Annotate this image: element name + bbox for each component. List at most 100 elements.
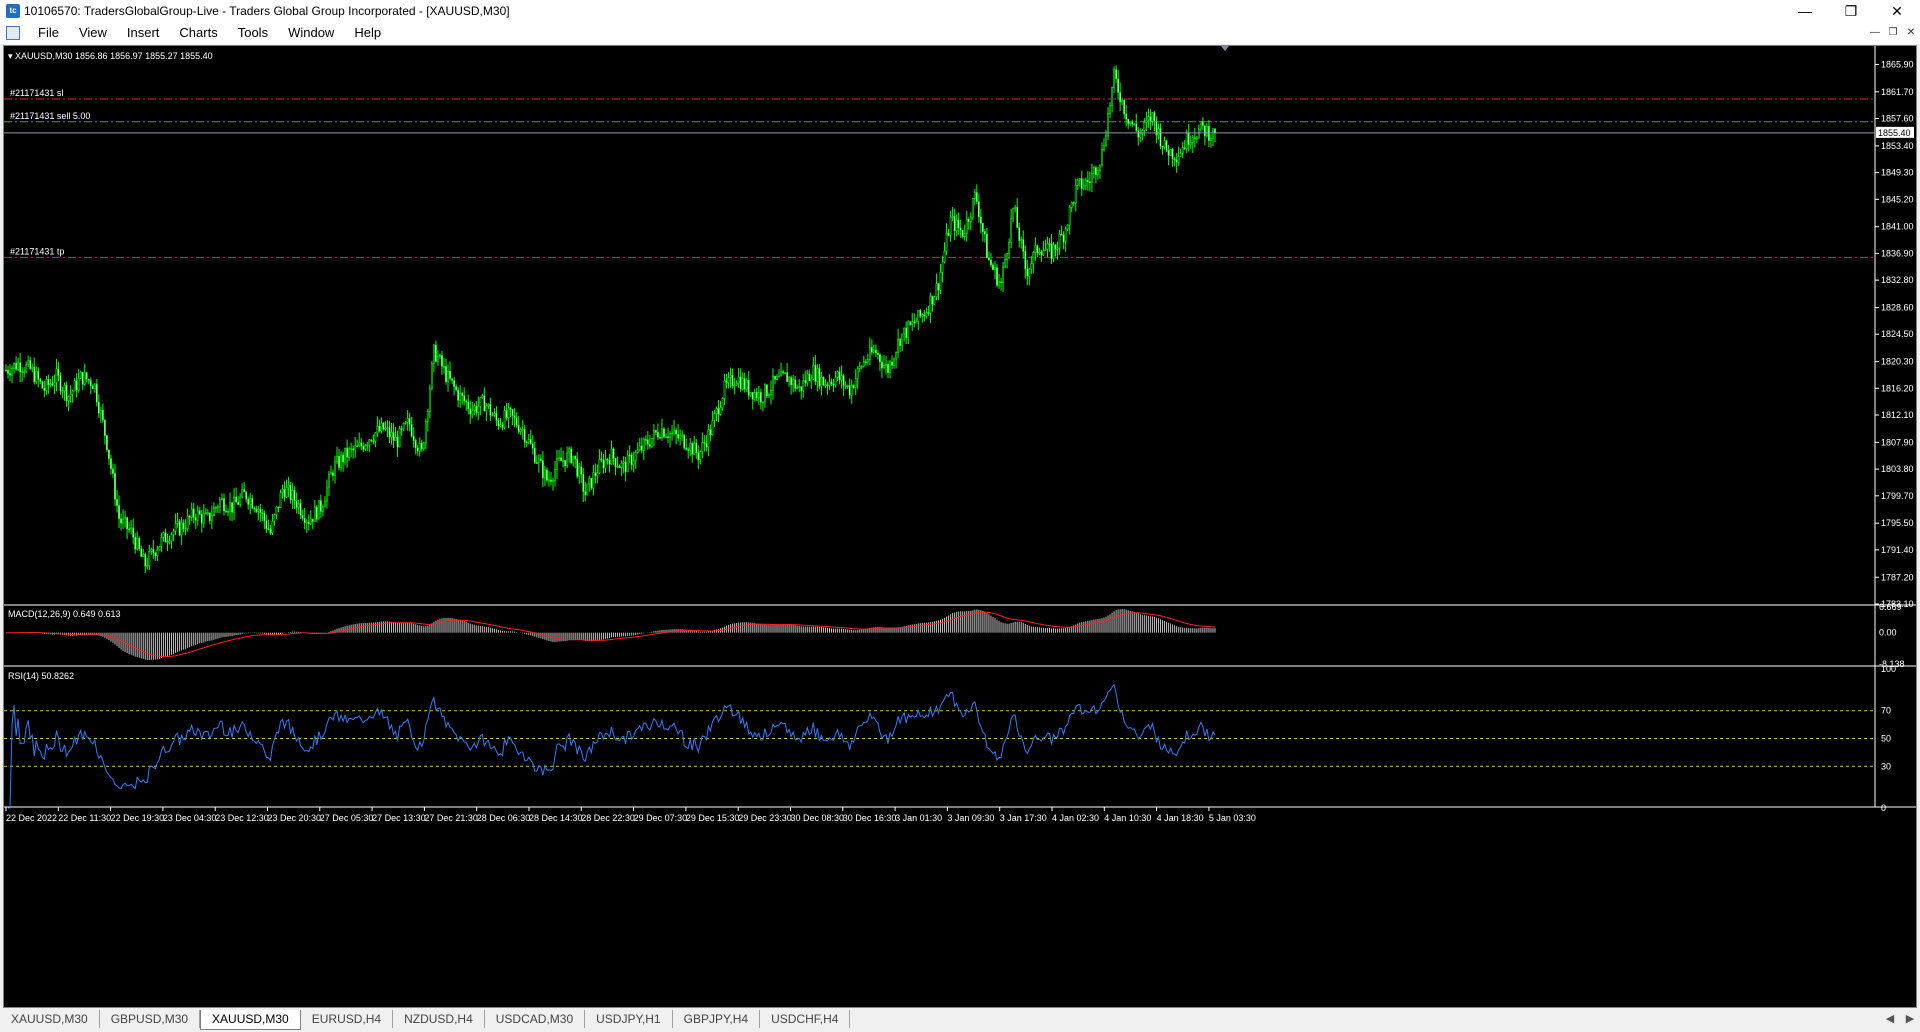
tab-xauusd-m30[interactable]: XAUUSD,M30 — [0, 1010, 100, 1028]
candle-body — [1099, 164, 1101, 171]
time-tick-label: 3 Jan 01:30 — [895, 813, 942, 823]
candle-body — [517, 425, 520, 432]
candle-body — [933, 296, 936, 305]
candle-body — [552, 480, 554, 482]
candle-body — [255, 508, 258, 513]
candle-body — [138, 537, 141, 550]
candle-body — [677, 433, 680, 439]
minimize-button[interactable]: — — [1782, 0, 1828, 22]
tab-eurusd-h4[interactable]: EURUSD,H4 — [301, 1010, 394, 1028]
candle-body — [245, 491, 248, 500]
candle-body — [657, 432, 659, 438]
candle-body — [1004, 259, 1006, 268]
candle-body — [172, 530, 175, 535]
time-tick-label: 29 Dec 15:30 — [686, 813, 740, 823]
tab-usdchf-h4[interactable]: USDCHF,H4 — [760, 1010, 851, 1028]
candle-body — [768, 394, 770, 397]
candle-body — [5, 369, 7, 372]
child-restore-button[interactable]: ❐ — [1884, 22, 1902, 44]
price-chart[interactable]: ▾ XAUUSD,M30 1856.86 1856.97 1855.27 185… — [4, 46, 1916, 1007]
candle-body — [477, 406, 480, 413]
document-icon[interactable] — [6, 26, 20, 40]
candle-body — [481, 395, 484, 398]
candle-body — [735, 383, 738, 386]
candle-body — [919, 310, 922, 317]
maximize-button[interactable]: ❐ — [1828, 0, 1874, 22]
candle-body — [875, 349, 877, 354]
candle-body — [988, 257, 990, 261]
candle-body — [295, 500, 298, 508]
menu-window[interactable]: Window — [278, 22, 344, 44]
candle-body — [650, 438, 653, 447]
candle-body — [507, 407, 510, 419]
tab-gbpjpy-h4[interactable]: GBPJPY,H4 — [673, 1010, 761, 1028]
child-close-button[interactable]: ✕ — [1902, 22, 1920, 44]
candle-body — [984, 231, 986, 235]
tab-scroll-left-icon[interactable]: ◀ — [1880, 1010, 1900, 1028]
candle-body — [574, 455, 577, 460]
candle-body — [1078, 178, 1081, 181]
price-tick-label: 1857.60 — [1881, 114, 1914, 124]
time-tick-label: 28 Dec 06:30 — [477, 813, 531, 823]
menu-file[interactable]: File — [28, 22, 69, 44]
close-button[interactable]: ✕ — [1874, 0, 1920, 22]
price-tick-label: 1849.30 — [1881, 168, 1914, 178]
candle-body — [225, 510, 227, 513]
candle-body — [798, 386, 801, 388]
candle-body — [606, 458, 609, 461]
candle-body — [638, 445, 641, 451]
candle-body — [97, 401, 100, 414]
candle-body — [164, 532, 167, 543]
candle-body — [311, 518, 314, 522]
tab-usdcad-m30[interactable]: USDCAD,M30 — [485, 1010, 586, 1028]
candle-body — [215, 507, 217, 509]
candle-body — [1026, 268, 1029, 277]
candle-body — [461, 393, 464, 397]
tab-usdjpy-h1[interactable]: USDJPY,H1 — [585, 1010, 673, 1028]
candle-body — [578, 466, 581, 477]
candle-body — [1161, 145, 1164, 148]
candle-body — [11, 368, 13, 376]
candle-body — [580, 466, 583, 475]
tab-scroll-right-icon[interactable]: ▶ — [1900, 1010, 1920, 1028]
tab-nzdusd-h4[interactable]: NZDUSD,H4 — [393, 1010, 485, 1028]
tab-xauusd-m30-active[interactable]: XAUUSD,M30 — [200, 1010, 301, 1030]
price-tick-label: 1841.00 — [1881, 222, 1914, 232]
child-minimize-button[interactable]: — — [1866, 22, 1884, 44]
candle-body — [723, 380, 726, 399]
menu-view[interactable]: View — [69, 22, 117, 44]
candle-body — [362, 445, 365, 450]
candle-body — [190, 508, 193, 518]
candle-body — [655, 430, 657, 433]
candle-body — [701, 442, 704, 452]
menu-charts[interactable]: Charts — [169, 22, 227, 44]
candle-body — [604, 458, 607, 469]
menu-tools[interactable]: Tools — [228, 22, 278, 44]
candle-body — [386, 427, 389, 429]
candle-body — [41, 381, 44, 389]
candle-body — [697, 452, 700, 460]
candle-body — [1090, 173, 1093, 183]
candle-body — [939, 272, 942, 291]
candle-body — [162, 532, 165, 538]
candle-body — [511, 409, 514, 416]
candle-body — [564, 460, 566, 467]
candle-body — [247, 498, 250, 505]
candle-body — [1157, 128, 1160, 136]
candle-body — [1042, 250, 1045, 256]
candle-body — [1014, 207, 1017, 209]
candle-body — [39, 379, 42, 382]
chart-window[interactable]: ▾ XAUUSD,M30 1856.86 1856.97 1855.27 185… — [3, 45, 1917, 1008]
tab-gbpusd-m30[interactable]: GBPUSD,M30 — [100, 1010, 201, 1028]
candle-body — [95, 383, 98, 403]
candle-body — [1185, 133, 1188, 150]
candle-body — [99, 409, 102, 414]
candle-body — [1195, 137, 1198, 140]
menu-insert[interactable]: Insert — [117, 22, 170, 44]
candle-body — [334, 461, 336, 476]
candle-body — [116, 499, 118, 506]
menu-help[interactable]: Help — [344, 22, 391, 44]
candle-body — [483, 395, 486, 412]
candle-body — [275, 506, 278, 516]
candle-body — [128, 528, 131, 531]
